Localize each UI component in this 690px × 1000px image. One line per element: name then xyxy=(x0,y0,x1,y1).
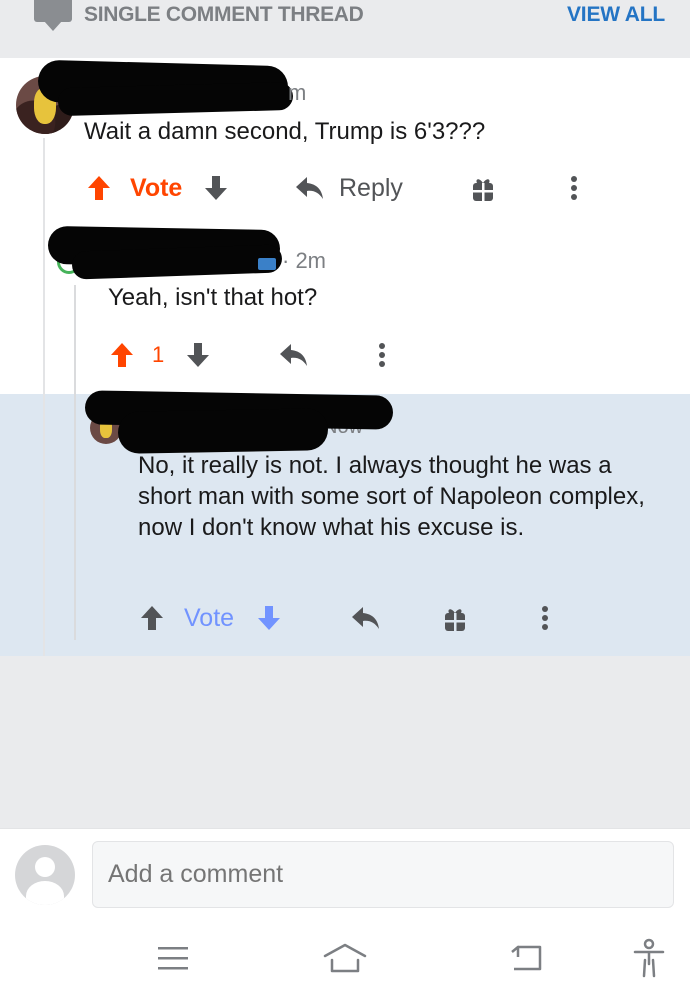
reply-button[interactable] xyxy=(294,173,326,203)
comment-meta: · 2m xyxy=(282,248,326,273)
reply-icon xyxy=(296,177,323,199)
thread-line[interactable] xyxy=(43,138,45,656)
thread-line[interactable] xyxy=(74,285,76,640)
more-options-button[interactable] xyxy=(375,340,389,370)
comment-body: No, it really is not. I always thought h… xyxy=(138,452,645,541)
avatar-head xyxy=(35,857,55,877)
avatar-shoulders xyxy=(26,881,64,905)
comment-input[interactable] xyxy=(92,841,674,908)
upvote-button[interactable] xyxy=(87,173,111,203)
menu-icon xyxy=(158,947,188,970)
more-vertical-icon xyxy=(379,343,385,367)
vote-count: 1 xyxy=(152,342,165,367)
upvote-button[interactable] xyxy=(110,340,134,370)
recent-apps-button[interactable] xyxy=(156,942,190,974)
accessibility-icon xyxy=(633,938,665,978)
arrow-up-icon xyxy=(88,176,110,200)
back-icon xyxy=(511,945,542,971)
arrow-down-icon xyxy=(258,606,280,630)
reply-icon xyxy=(280,344,307,366)
arrow-up-icon xyxy=(111,343,133,367)
chat-icon xyxy=(34,0,72,31)
downvote-button[interactable] xyxy=(257,603,281,633)
gift-icon xyxy=(445,609,465,631)
home-button[interactable] xyxy=(322,942,368,974)
reply-icon xyxy=(352,607,379,629)
user-avatar[interactable] xyxy=(15,845,75,905)
reply-button[interactable] xyxy=(350,603,382,633)
empty-thread-space xyxy=(0,656,690,828)
downvote-button[interactable] xyxy=(186,340,210,370)
more-vertical-icon xyxy=(542,606,548,630)
more-options-button[interactable] xyxy=(538,603,552,633)
downvote-button[interactable] xyxy=(204,173,228,203)
comment-composer xyxy=(0,828,690,914)
reply-button[interactable] xyxy=(278,340,310,370)
gift-icon xyxy=(473,179,493,201)
arrow-up-icon xyxy=(141,606,163,630)
thread-header: SINGLE COMMENT THREAD VIEW ALL xyxy=(0,0,690,58)
award-button[interactable] xyxy=(443,605,467,633)
vote-label: Vote xyxy=(130,174,183,202)
comment-body: Wait a damn second, Trump is 6'3??? xyxy=(84,118,486,145)
award-button[interactable] xyxy=(471,175,495,203)
comment-body: Yeah, isn't that hot? xyxy=(108,284,318,311)
arrow-down-icon xyxy=(205,176,227,200)
upvote-button[interactable] xyxy=(140,603,164,633)
view-all-link[interactable]: VIEW ALL xyxy=(567,3,665,27)
arrow-down-icon xyxy=(187,343,209,367)
reply-label: Reply xyxy=(339,174,403,202)
more-options-button[interactable] xyxy=(567,173,581,203)
more-vertical-icon xyxy=(571,176,577,200)
thread-title: SINGLE COMMENT THREAD xyxy=(84,3,364,26)
redaction-mark xyxy=(117,408,329,454)
user-flair xyxy=(258,258,276,270)
home-icon xyxy=(323,943,367,973)
system-nav-bar xyxy=(0,914,690,1000)
comment-meta: m xyxy=(288,80,307,105)
vote-label: Vote xyxy=(184,604,235,632)
back-button[interactable] xyxy=(509,942,543,974)
accessibility-button[interactable] xyxy=(632,938,666,978)
